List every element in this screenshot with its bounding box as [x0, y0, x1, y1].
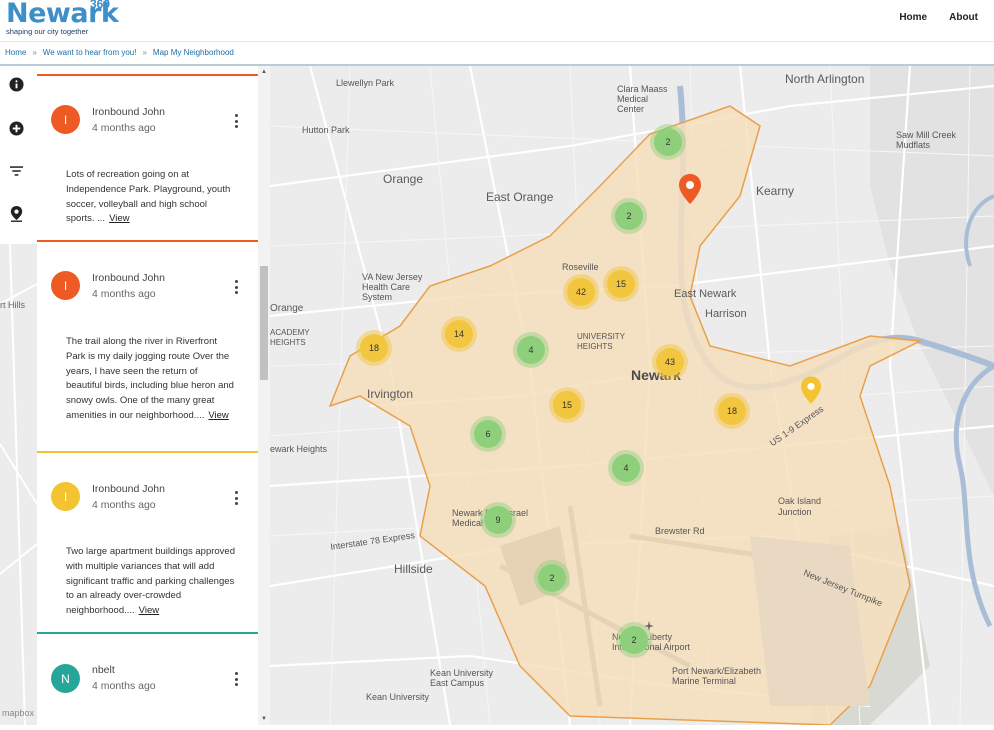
post-card[interactable]: N nbelt 4 months ago [37, 634, 258, 725]
post-text: Lots of recreation going on at Independe… [66, 169, 231, 225]
scrollbar-thumb[interactable] [260, 266, 268, 380]
post-time: 4 months ago [92, 288, 156, 300]
post-card[interactable]: I Ironbound John 4 months ago Lots of re… [37, 76, 258, 241]
map-label-roseville: Roseville [562, 262, 599, 272]
map-label-north-arlington: North Arlington [785, 72, 865, 86]
newark360-logo[interactable]: Newark 360 shaping our city together [6, 0, 119, 36]
more-options-icon[interactable] [233, 280, 239, 294]
breadcrumb-feedback[interactable]: We want to hear from you! [43, 48, 137, 57]
map-label-kearny: Kearny [756, 184, 795, 198]
map-label-orange: Orange [383, 172, 424, 186]
more-options-icon[interactable] [233, 491, 239, 505]
posts-panel: I Ironbound John 4 months ago Lots of re… [37, 66, 258, 725]
breadcrumb-current[interactable]: Map My Neighborhood [153, 48, 234, 57]
post-time: 4 months ago [92, 680, 156, 692]
avatar: I [51, 482, 80, 511]
cluster-marker[interactable]: 6 [474, 420, 502, 448]
view-link[interactable]: View [139, 605, 159, 616]
avatar: I [51, 105, 80, 134]
location-pin-icon[interactable] [8, 206, 24, 222]
post-card[interactable]: I Ironbound John 4 months ago Two large … [37, 453, 258, 633]
map-label-newark-heights: ewark Heights [270, 444, 328, 454]
post-username[interactable]: Ironbound John [92, 483, 165, 495]
logo-superscript: 360 [90, 0, 111, 11]
map-label-brewster-rd: Brewster Rd [655, 526, 705, 536]
nav-about-link[interactable]: About [949, 12, 978, 23]
map-label-hutton-park: Hutton Park [302, 125, 350, 135]
scroll-up-icon[interactable]: ▲ [261, 69, 267, 75]
cluster-marker[interactable]: 43 [656, 348, 684, 376]
map-label-university-heights: UNIVERSITY HEIGHTS [577, 332, 625, 351]
map-label-saw-mill: Saw Mill Creek Mudflats [896, 130, 957, 150]
main-nav: Home About [899, 12, 978, 23]
map-label-orange-2: Orange [270, 303, 304, 314]
post-username[interactable]: Ironbound John [92, 106, 165, 118]
view-link[interactable]: View [109, 213, 129, 224]
map-edge-left: rt Hills [0, 243, 38, 726]
cluster-marker[interactable]: 9 [484, 506, 512, 534]
map-label-harrison: Harrison [705, 308, 747, 320]
cluster-marker[interactable]: 4 [517, 336, 545, 364]
filter-icon[interactable] [8, 163, 24, 179]
add-icon[interactable] [8, 120, 24, 136]
more-options-icon[interactable] [233, 672, 239, 686]
breadcrumb-separator: » [32, 48, 37, 57]
neighborhood-map[interactable]: North Arlington Clara Maass Medical Cent… [270, 66, 994, 725]
map-label-oak-island: Oak Island Junction [778, 496, 822, 517]
cluster-marker[interactable]: 15 [553, 391, 581, 419]
map-label-east-orange: East Orange [486, 190, 554, 204]
breadcrumb-home[interactable]: Home [5, 48, 26, 57]
breadcrumb: Home » We want to hear from you! » Map My Ne… [0, 42, 994, 66]
more-options-icon[interactable] [233, 114, 239, 128]
avatar: I [51, 271, 80, 300]
cluster-marker[interactable]: 18 [360, 334, 388, 362]
cluster-marker[interactable]: 2 [538, 564, 566, 592]
cluster-marker[interactable]: 14 [445, 320, 473, 348]
post-time: 4 months ago [92, 122, 156, 134]
post-username[interactable]: Ironbound John [92, 272, 165, 284]
post-body: Two large apartment buildings approved w… [66, 545, 236, 619]
view-link[interactable]: View [208, 410, 228, 421]
cluster-marker[interactable]: 42 [567, 278, 595, 306]
avatar: N [51, 664, 80, 693]
info-icon[interactable] [8, 76, 24, 92]
map-label-kean: Kean University [366, 692, 430, 702]
cluster-marker[interactable]: 18 [718, 397, 746, 425]
post-username[interactable]: nbelt [92, 664, 115, 676]
tool-column [0, 66, 37, 244]
cluster-marker[interactable]: 2 [615, 202, 643, 230]
breadcrumb-separator: » [142, 48, 147, 57]
map-label-academy-heights: ACADEMY HEIGHTS [270, 328, 310, 347]
scroll-down-icon[interactable]: ▼ [261, 716, 267, 722]
map-label-irvington: Irvington [367, 387, 414, 401]
post-card[interactable]: I Ironbound John 4 months ago The trail … [37, 242, 258, 452]
cluster-marker[interactable]: 15 [607, 270, 635, 298]
mapbox-logo: mapbox [2, 708, 35, 718]
post-time: 4 months ago [92, 499, 156, 511]
map-label-port-newark: Port Newark/Elizabeth Marine Terminal [672, 666, 762, 686]
map-label-va: VA New Jersey Health Care System [362, 272, 423, 302]
cluster-marker[interactable]: 4 [612, 454, 640, 482]
map-label-hillside: Hillside [394, 562, 433, 576]
top-bar: Newark 360 shaping our city together Hom… [0, 0, 994, 42]
post-text: The trail along the river in Riverfront … [66, 336, 234, 421]
map-edge-roads [0, 243, 38, 726]
cluster-marker[interactable]: 2 [654, 128, 682, 156]
posts-scrollbar[interactable]: ▲ ▼ [258, 66, 270, 725]
map-label-ort-hills: rt Hills [0, 300, 25, 310]
map-label-llewellyn-park: Llewellyn Park [336, 78, 395, 88]
map-label-clara-maass: Clara Maass Medical Center [617, 84, 668, 114]
post-body: Lots of recreation going on at Independe… [66, 168, 236, 227]
map-label-kean-east: Kean University East Campus [430, 668, 494, 688]
nav-home-link[interactable]: Home [899, 12, 927, 23]
map-label-east-newark: East Newark [674, 288, 737, 300]
post-body: The trail along the river in Riverfront … [66, 335, 236, 424]
